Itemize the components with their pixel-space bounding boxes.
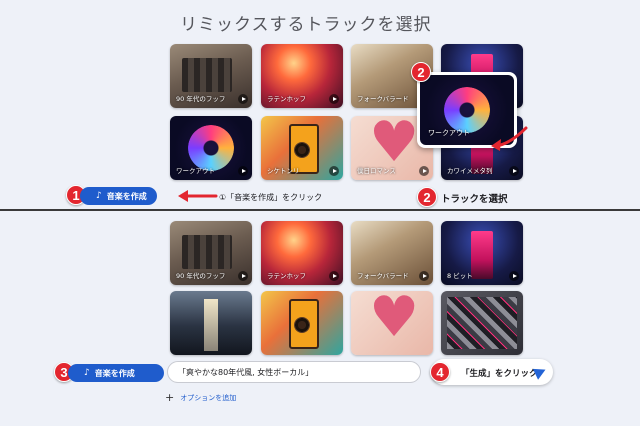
step-hint: ①「音楽を作成」をクリック (219, 193, 323, 202)
track-label: ラテンホッフ (267, 95, 306, 103)
play-icon[interactable] (419, 166, 429, 176)
step-text: 「生成」をクリック (461, 369, 538, 379)
step-text: トラックを選択 (441, 194, 508, 205)
track-label: ラテンホッフ (267, 272, 306, 280)
step-badge: 2 (411, 62, 431, 82)
add-option-label: オプションを追加 (180, 393, 237, 402)
track-tile[interactable]: 90 年代のフッフ (170, 44, 252, 108)
track-artwork (261, 291, 343, 355)
create-music-button[interactable]: ♪ 音楽を作成 (68, 364, 164, 382)
prompt-input[interactable]: 「爽やかな80年代風, 女性ボーカル」 (167, 361, 421, 383)
create-music-button[interactable]: ♪ 音楽を作成 (80, 187, 157, 205)
play-icon[interactable] (238, 166, 248, 176)
track-tile[interactable]: 90 年代のフッフ (170, 221, 252, 285)
pointer-arrow (491, 126, 528, 151)
track-label: 90 年代のフッフ (176, 95, 226, 103)
track-label: 僕日ロマンス (357, 167, 396, 175)
track-artwork (351, 291, 433, 355)
play-icon[interactable] (329, 271, 339, 281)
track-tile[interactable]: フォークバラード (351, 221, 433, 285)
track-label: 8 ビット (447, 272, 473, 280)
step-badge: 2 (417, 187, 437, 207)
track-label: フォークバラード (357, 95, 409, 103)
play-icon[interactable] (329, 94, 339, 104)
plus-icon: + (165, 391, 175, 404)
create-music-label: 音楽を作成 (94, 368, 135, 378)
page-title: リミックスするトラックを選択 (180, 15, 432, 35)
play-icon[interactable] (509, 271, 519, 281)
track-tile[interactable] (170, 291, 252, 355)
add-option-link[interactable]: + オプションを追加 (165, 391, 236, 404)
track-label: ワークアウト (428, 129, 470, 137)
track-label: 90 年代のフッフ (176, 272, 226, 280)
track-tile[interactable] (261, 291, 343, 355)
track-tile[interactable]: ラテンホッフ (261, 44, 343, 108)
track-tile[interactable] (441, 291, 523, 355)
top-panel: リミックスするトラックを選択 90 年代のフッフ ラテンホッフ フォークバラード… (0, 0, 640, 210)
play-icon[interactable] (329, 166, 339, 176)
prompt-value: 「爽やかな80年代風, 女性ボーカル」 (178, 367, 314, 377)
pointer-arrow (178, 190, 218, 202)
play-icon[interactable] (509, 166, 519, 176)
music-note-icon: ♪ (84, 368, 90, 378)
track-artwork (170, 291, 252, 355)
track-artwork (441, 291, 523, 355)
track-tile[interactable]: シケトンリ (261, 116, 343, 180)
play-icon[interactable] (419, 271, 429, 281)
track-label: カワイメメタ列 (447, 167, 493, 175)
play-icon[interactable] (238, 94, 248, 104)
track-label: フォークバラード (357, 272, 409, 280)
music-note-icon: ♪ (96, 191, 102, 201)
bottom-panel: 90 年代のフッフ ラテンホッフ フォークバラード 8 ビット (0, 211, 640, 426)
track-tile[interactable]: ラテンホッフ (261, 221, 343, 285)
step-badge: 4 (430, 362, 450, 382)
play-icon[interactable] (238, 271, 248, 281)
track-tile[interactable] (351, 291, 433, 355)
track-label: ワークアウト (176, 167, 215, 175)
track-label: シケトンリ (267, 167, 300, 175)
create-music-label: 音楽を作成 (106, 191, 147, 201)
track-tile[interactable]: ワークアウト (170, 116, 252, 180)
track-tile[interactable]: 8 ビット (441, 221, 523, 285)
